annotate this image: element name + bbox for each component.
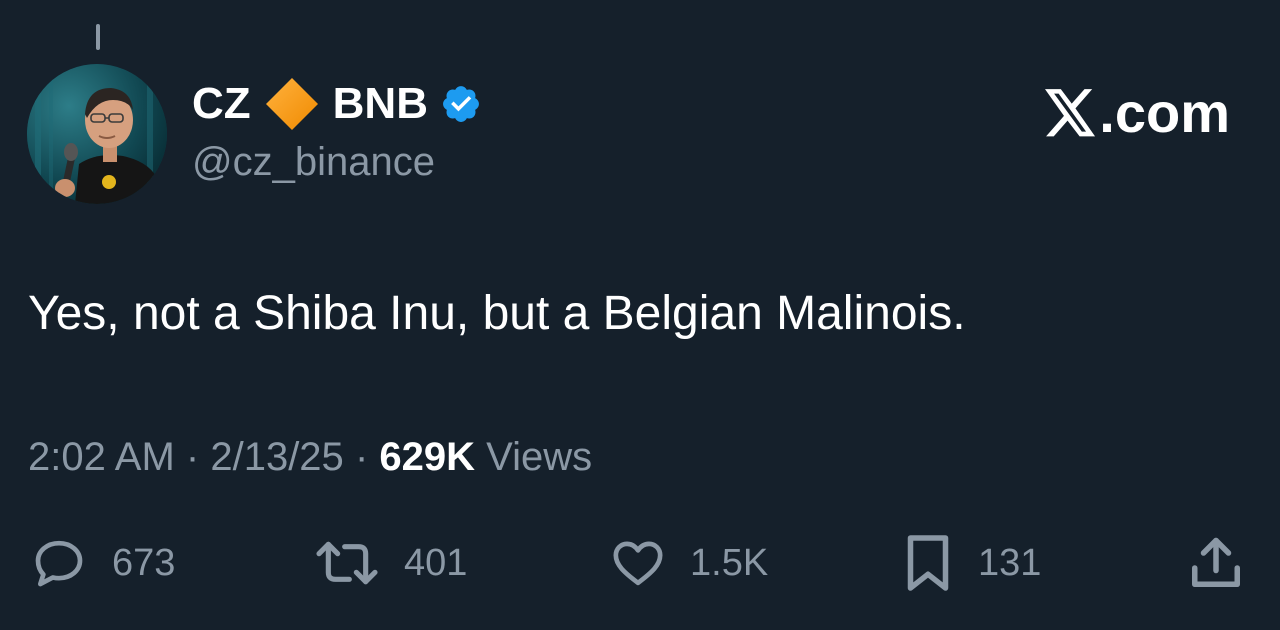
tweet-text: Yes, not a Shiba Inu, but a Belgian Mali… [28,287,966,340]
views-count: 629K [379,435,476,479]
share-button[interactable] [1186,533,1246,593]
views-label: Views [486,435,593,479]
bookmark-count: 131 [978,541,1042,584]
verified-badge-icon [440,83,482,125]
tweet-meta: 2:02 AM · 2/13/25 · 629K Views [28,435,592,480]
meta-separator: · [185,435,200,479]
author-name-row[interactable]: CZ BNB [192,74,482,134]
tweet-time[interactable]: 2:02 AM [28,435,175,479]
meta-separator: · [354,435,369,479]
author-handle[interactable]: @cz_binance [192,140,435,185]
author-name-suffix: BNB [332,79,428,128]
thread-connector-line [96,24,100,50]
tweet-screenshot: CZ BNB @cz_binance .com Yes, not a Shiba… [0,0,1280,630]
repost-icon [316,541,378,585]
like-count: 1.5K [690,541,769,584]
avatar-image [27,64,167,204]
heart-icon [613,541,663,586]
share-icon [1192,537,1240,587]
reply-count: 673 [112,541,176,584]
action-bar: 673 401 1.5K 131 [0,533,1280,593]
orange-diamond-icon [263,75,321,133]
tweet-date[interactable]: 2/13/25 [210,435,343,479]
brand-watermark: .com [1045,80,1230,145]
repost-count: 401 [404,541,468,584]
reply-button[interactable]: 673 [28,533,175,593]
brand-domain-suffix: .com [1099,81,1230,144]
like-button[interactable]: 1.5K [608,533,768,593]
author-name-prefix: CZ [192,79,251,128]
bookmark-icon [907,535,949,591]
bookmark-button[interactable]: 131 [900,533,1041,593]
x-logo-icon [1045,88,1097,137]
reply-icon [35,540,83,587]
avatar[interactable] [27,64,167,204]
repost-button[interactable]: 401 [312,533,467,593]
